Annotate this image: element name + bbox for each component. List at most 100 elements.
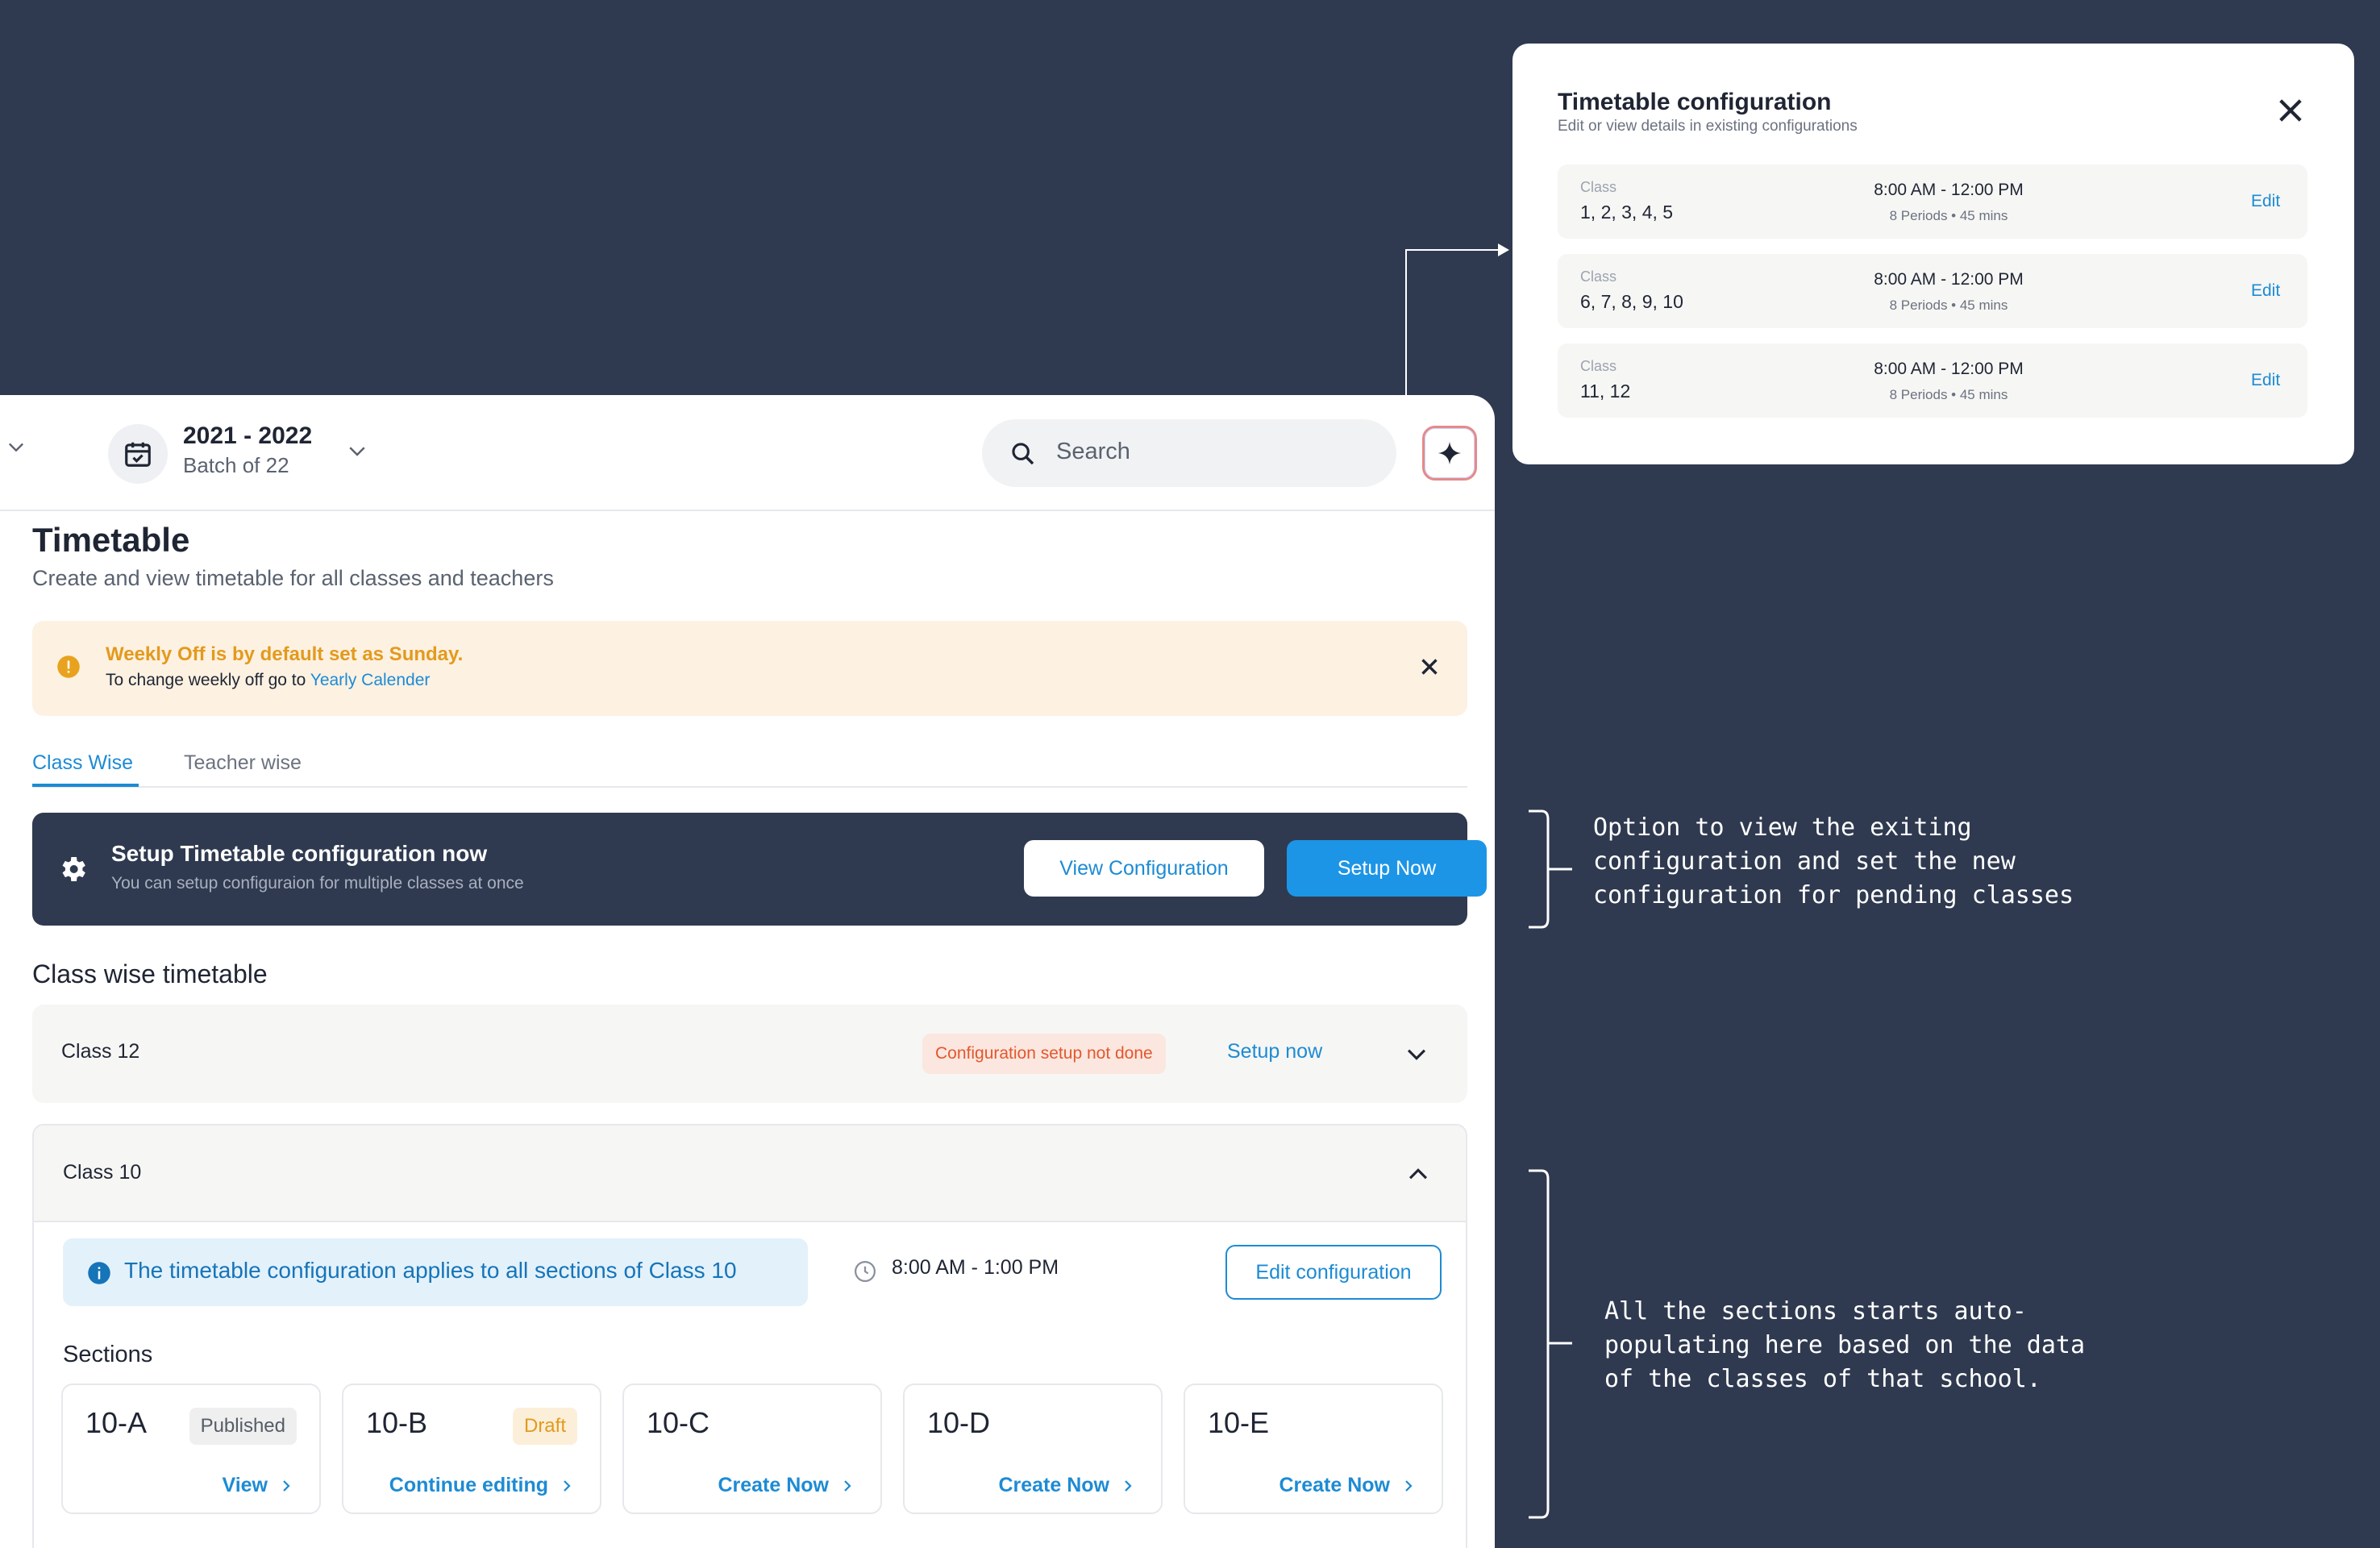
section-card-10d[interactable]: 10-D Create Now xyxy=(903,1384,1163,1514)
config-label: Class xyxy=(1580,179,1617,195)
config-row: Class 1, 2, 3, 4, 5 8:00 AM - 12:00 PM 8… xyxy=(1558,164,2307,239)
batch-selector[interactable] xyxy=(108,424,168,484)
setup-now-link[interactable]: Setup now xyxy=(1227,1040,1322,1063)
edit-configuration-button[interactable]: Edit configuration xyxy=(1225,1245,1442,1300)
page-subtitle: Create and view timetable for all classe… xyxy=(32,566,554,590)
config-info-banner: The timetable configuration applies to a… xyxy=(63,1238,808,1306)
annotation-sections: All the sections starts auto- populating… xyxy=(1604,1297,2086,1393)
config-periods: 8 Periods • 45 mins xyxy=(1889,208,2008,223)
calendar-icon xyxy=(125,442,151,467)
create-now-link[interactable]: Create Now xyxy=(718,1474,855,1497)
batch-label: Batch of 22 xyxy=(183,453,289,477)
app-panel: 2021 - 2022 Batch of 22 Search Timetable… xyxy=(0,395,1495,1548)
section-name: 10-D xyxy=(927,1406,991,1439)
alert-title: Weekly Off is by default set as Sunday. xyxy=(106,643,464,665)
action-label: Continue editing xyxy=(389,1474,548,1496)
top-bar: 2021 - 2022 Batch of 22 Search xyxy=(0,395,1495,511)
close-icon[interactable] xyxy=(2274,94,2307,127)
close-icon[interactable] xyxy=(1416,653,1443,680)
config-info-text: The timetable configuration applies to a… xyxy=(124,1258,737,1283)
section-card-10a[interactable]: 10-A Published View xyxy=(61,1384,321,1514)
config-classes: 11, 12 xyxy=(1580,381,1631,402)
chevron-right-icon xyxy=(283,1479,290,1492)
alert-body: To change weekly off go to Yearly Calend… xyxy=(106,671,430,690)
class-12-row[interactable]: Class 12 Configuration setup not done Se… xyxy=(32,1005,1467,1103)
search-placeholder: Search xyxy=(1056,439,1130,464)
config-time: 8:00 AM - 12:00 PM xyxy=(1874,181,2024,199)
class-time: 8:00 AM - 1:00 PM xyxy=(892,1256,1059,1279)
class-10-header[interactable]: Class 10 xyxy=(34,1126,1466,1222)
view-link[interactable]: View xyxy=(222,1474,293,1497)
class-name: Class 10 xyxy=(63,1161,142,1184)
action-label: Create Now xyxy=(1279,1474,1390,1496)
action-label: Create Now xyxy=(998,1474,1109,1496)
info-icon xyxy=(88,1262,110,1284)
tab-teacher-wise[interactable]: Teacher wise xyxy=(184,751,302,775)
section-card-10c[interactable]: 10-C Create Now xyxy=(622,1384,882,1514)
config-label: Class xyxy=(1580,358,1617,374)
action-label: Create Now xyxy=(718,1474,829,1496)
chevron-right-icon xyxy=(1405,1479,1413,1492)
section-card-10e[interactable]: 10-E Create Now xyxy=(1184,1384,1443,1514)
config-classes: 6, 7, 8, 9, 10 xyxy=(1580,291,1683,312)
sections-label: Sections xyxy=(63,1342,153,1367)
chevron-down-icon[interactable] xyxy=(1403,1040,1430,1067)
timetable-configuration-popup: Timetable configuration Edit or view det… xyxy=(1512,44,2354,464)
section-name: 10-E xyxy=(1208,1406,1270,1439)
edit-link[interactable]: Edit xyxy=(2251,192,2280,211)
class-10-card: Class 10 The timetable configuration app… xyxy=(32,1124,1467,1548)
class-wise-heading: Class wise timetable xyxy=(32,959,268,988)
weekly-off-alert: Weekly Off is by default set as Sunday. … xyxy=(32,621,1467,716)
status-badge: Draft xyxy=(512,1408,577,1445)
config-row: Class 6, 7, 8, 9, 10 8:00 AM - 12:00 PM … xyxy=(1558,254,2307,328)
ai-assistant-button[interactable] xyxy=(1422,426,1477,481)
chevron-down-icon[interactable] xyxy=(5,435,27,458)
status-badge: Configuration setup not done xyxy=(922,1034,1166,1074)
search-icon xyxy=(1012,443,1034,465)
create-now-link[interactable]: Create Now xyxy=(998,1474,1135,1497)
config-periods: 8 Periods • 45 mins xyxy=(1889,298,2008,313)
popup-title: Timetable configuration xyxy=(1558,89,1832,115)
setup-now-button[interactable]: Setup Now xyxy=(1287,840,1487,897)
alert-body-text: To change weekly off go to xyxy=(106,671,310,689)
clock-icon xyxy=(855,1261,876,1282)
chevron-up-icon[interactable] xyxy=(1404,1161,1432,1188)
continue-editing-link[interactable]: Continue editing xyxy=(389,1474,574,1497)
config-classes: 1, 2, 3, 4, 5 xyxy=(1580,202,1674,223)
config-row: Class 11, 12 8:00 AM - 12:00 PM 8 Period… xyxy=(1558,343,2307,418)
config-label: Class xyxy=(1580,268,1617,285)
view-configuration-button[interactable]: View Configuration xyxy=(1024,840,1264,897)
edit-link[interactable]: Edit xyxy=(2251,371,2280,390)
edit-link[interactable]: Edit xyxy=(2251,281,2280,301)
yearly-calendar-link[interactable]: Yearly Calender xyxy=(310,671,431,689)
active-tab-indicator xyxy=(32,784,139,787)
batch-year[interactable]: 2021 - 2022 xyxy=(183,422,312,450)
config-time: 8:00 AM - 12:00 PM xyxy=(1874,270,2024,289)
config-periods: 8 Periods • 45 mins xyxy=(1889,387,2008,402)
class-name: Class 12 xyxy=(61,1040,140,1063)
banner-title: Setup Timetable configuration now xyxy=(111,841,488,866)
section-card-10b[interactable]: 10-B Draft Continue editing xyxy=(342,1384,601,1514)
sparkle-icon xyxy=(1438,441,1462,465)
banner-subtitle: You can setup configuraion for multiple … xyxy=(111,874,524,893)
popup-subtitle: Edit or view details in existing configu… xyxy=(1558,118,1858,135)
section-name: 10-A xyxy=(85,1406,148,1439)
tab-class-wise[interactable]: Class Wise xyxy=(32,751,133,775)
search-input[interactable]: Search xyxy=(982,419,1396,487)
warning-icon xyxy=(57,655,80,678)
chevron-right-icon xyxy=(844,1479,851,1492)
setup-banner: Setup Timetable configuration now You ca… xyxy=(32,813,1487,926)
annotation-view-config: Option to view the exiting configuration… xyxy=(1593,814,2074,909)
create-now-link[interactable]: Create Now xyxy=(1279,1474,1416,1497)
section-name: 10-C xyxy=(647,1406,710,1439)
config-time: 8:00 AM - 12:00 PM xyxy=(1874,360,2024,378)
action-label: View xyxy=(222,1474,268,1496)
tab-divider xyxy=(32,786,1467,788)
chevron-down-icon[interactable] xyxy=(345,439,369,463)
chevron-right-icon xyxy=(564,1479,571,1492)
section-name: 10-B xyxy=(366,1406,428,1439)
chevron-right-icon xyxy=(1125,1479,1132,1492)
page-title: Timetable xyxy=(32,521,190,559)
status-badge: Published xyxy=(189,1408,297,1445)
gear-icon xyxy=(62,857,85,881)
